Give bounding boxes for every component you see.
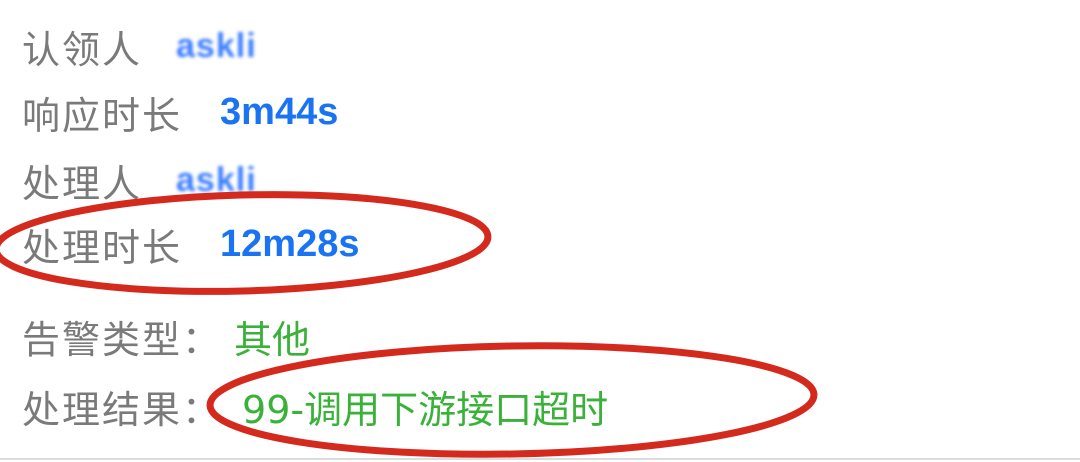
claimant-row: 认领人 askli [22, 16, 257, 76]
claimant-label: 认领人 [22, 27, 143, 72]
response-time-row: 响应时长 3m44s [22, 82, 338, 142]
claimant-value[interactable]: askli [176, 27, 257, 66]
handler-value-underline [188, 194, 298, 198]
handler-row: 处理人 askli [22, 150, 257, 210]
result-value: 99-调用下游接口超时 [242, 387, 609, 432]
result-label: 处理结果： [22, 387, 223, 432]
alert-type-row: 告警类型： 其他 [22, 306, 310, 366]
result-row: 处理结果： 99-调用下游接口超时 [22, 376, 608, 436]
handle-time-label: 处理时长 [22, 225, 183, 270]
handler-label: 处理人 [22, 161, 143, 206]
alert-detail-panel: 认领人 askli 响应时长 3m44s 处理人 askli 处理时长 12m2… [0, 0, 1080, 462]
bottom-divider [0, 458, 1080, 460]
response-time-label: 响应时长 [22, 93, 183, 138]
alert-type-label: 告警类型： [22, 317, 223, 362]
handle-time-row: 处理时长 12m28s [22, 214, 359, 274]
response-time-value: 3m44s [220, 90, 339, 133]
handle-time-value: 12m28s [220, 222, 360, 265]
alert-type-value: 其他 [234, 317, 311, 362]
